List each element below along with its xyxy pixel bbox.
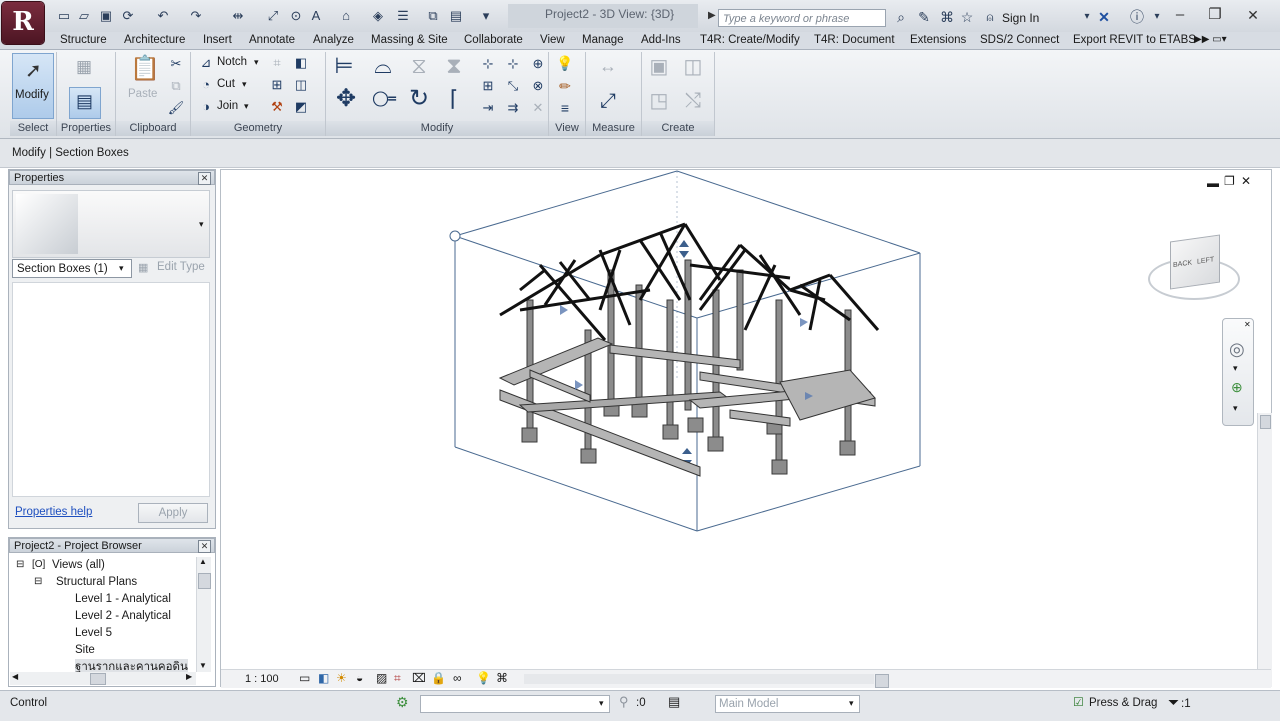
worksets-icon[interactable]: ⚙ [396,694,409,711]
zoom-region-icon[interactable]: ⊕ [1231,379,1243,396]
status-mode: Control [10,697,48,709]
workset-dropdown[interactable]: ▾ [420,695,610,713]
press-drag-label: Press & Drag [1089,697,1158,709]
editing-requests-count: :0 [636,697,646,709]
design-option-dropdown[interactable]: Main Model ▾ [715,695,860,713]
design-options-icon[interactable]: ▤ [668,694,680,710]
navigation-bar: ✕ ◎ ▾ ⊕ ▾ [1222,318,1254,426]
view-vertical-scrollbar[interactable] [1257,413,1272,687]
navbar-close-icon[interactable]: ✕ [1244,320,1251,329]
analytical-model-icon[interactable]: ⌘ [496,671,508,685]
steering-wheel-dropdown-icon[interactable]: ▾ [1233,363,1238,374]
scroll-thumb[interactable] [875,674,889,688]
rendering-dialog-icon[interactable]: ▨ [376,671,387,685]
rotate-grip-icon[interactable] [449,230,461,242]
shadows-icon[interactable]: ◒ [356,671,363,685]
zoom-dropdown-icon[interactable]: ▾ [1233,403,1238,414]
scroll-thumb[interactable] [1260,415,1271,429]
viewcube-back-face[interactable]: BACK [1173,259,1192,269]
filter-icon[interactable]: ⏷ [1168,694,1179,711]
crop-view-icon[interactable]: ⌗ [394,671,401,686]
filter-count: :1 [1181,698,1191,710]
detail-level-icon[interactable]: ▭ [299,671,310,685]
model-drawing [449,170,921,532]
view-scale[interactable]: 1 : 100 [245,673,279,685]
sun-path-icon[interactable]: ☀ [336,671,347,685]
workset-dropdown-icon: ▾ [599,698,604,708]
status-bar: Control ⚙ ▾ ⚲ :0 ▤ Main Model ▾ ☑ Press … [0,690,1280,721]
visual-style-icon[interactable]: ◧ [318,671,329,685]
design-option-dropdown-icon: ▾ [849,698,854,708]
reveal-hidden-icon[interactable]: 💡 [476,671,491,685]
lock-3d-view-icon[interactable]: 🔒 [431,671,446,685]
press-drag-checkbox[interactable]: ☑ [1073,695,1084,709]
editing-requests-icon[interactable]: ⚲ [619,694,629,710]
view-horizontal-scrollbar[interactable] [524,674,889,688]
show-crop-region-icon[interactable]: ⌧ [412,671,426,685]
structural-frame [521,259,856,475]
viewcube[interactable]: BACK LEFT [1170,234,1220,290]
view-control-bar: 1 : 100 ▭ ◧ ☀ ◒ ▨ ⌗ ⌧ 🔒 ∞ 💡 ⌘ [221,669,1271,688]
temporary-hide-icon[interactable]: ∞ [453,671,462,685]
application-menu-button[interactable]: R [2,2,44,44]
design-option-value: Main Model [719,698,779,710]
steering-wheel-icon[interactable]: ◎ [1229,339,1245,360]
viewcube-left-face[interactable]: LEFT [1197,256,1214,265]
